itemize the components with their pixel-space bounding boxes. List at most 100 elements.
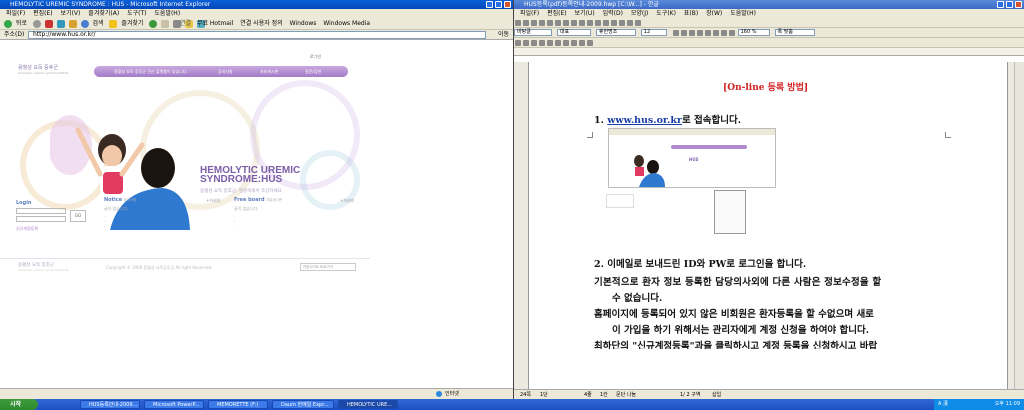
- minimize-button[interactable]: [486, 1, 493, 8]
- image-icon[interactable]: [611, 20, 617, 26]
- embedded-screenshot[interactable]: HUS: [608, 128, 776, 188]
- ie-titlebar[interactable]: HEMOLYTIC UREMIC SYNDROME : HUS - Micros…: [0, 0, 513, 9]
- hwp-menu-insert[interactable]: 입력(D): [603, 10, 623, 17]
- link-windows[interactable]: Windows: [290, 20, 317, 27]
- undo-icon[interactable]: [579, 20, 585, 26]
- back-label[interactable]: 뒤로: [16, 20, 27, 27]
- history-icon[interactable]: [149, 20, 158, 28]
- link-customize[interactable]: 연결 사용자 정의: [240, 20, 282, 27]
- save-icon[interactable]: [531, 20, 537, 26]
- justify-icon[interactable]: [728, 30, 735, 36]
- menu-help[interactable]: 도움말(H): [154, 10, 180, 17]
- ellipse-icon[interactable]: [531, 40, 537, 46]
- bold-icon[interactable]: [672, 30, 679, 36]
- refresh-icon[interactable]: [56, 20, 65, 28]
- menu-tools[interactable]: 도구(T): [127, 10, 146, 17]
- align-right-icon[interactable]: [720, 30, 727, 36]
- related-sites-select[interactable]: 관련사이트 바로가기: [300, 263, 356, 271]
- redo-icon[interactable]: [587, 20, 593, 26]
- forward-icon[interactable]: [32, 20, 41, 28]
- hwp-menu-view[interactable]: 보기(U): [575, 10, 595, 17]
- group-icon[interactable]: [587, 40, 593, 46]
- line-color-icon[interactable]: [571, 40, 577, 46]
- fill-icon[interactable]: [563, 40, 569, 46]
- login-go-button[interactable]: GO: [70, 210, 86, 222]
- shape-icon[interactable]: [627, 20, 633, 26]
- style-select[interactable]: 바탕글: [514, 29, 552, 36]
- favorites-label[interactable]: 즐겨찾기: [121, 20, 143, 27]
- maximize-button[interactable]: [1006, 1, 1013, 8]
- task-ie[interactable]: HEMOLYTIC URE...: [338, 400, 398, 409]
- open-icon[interactable]: [523, 20, 529, 26]
- underline-icon[interactable]: [688, 30, 695, 36]
- login-utility-link[interactable]: 로그인: [310, 54, 321, 60]
- textbox-icon[interactable]: [555, 40, 561, 46]
- nav-qna[interactable]: 질문/답변: [305, 66, 321, 77]
- vertical-scrollbar[interactable]: [1014, 62, 1024, 391]
- italic-icon[interactable]: [680, 30, 687, 36]
- task-powerpoint[interactable]: Microsoft PowerP...: [144, 400, 204, 409]
- hwp-menu-edit[interactable]: 편집(E): [547, 10, 567, 17]
- ime-indicator[interactable]: A 漢: [938, 399, 948, 410]
- polygon-icon[interactable]: [547, 40, 553, 46]
- paste-icon[interactable]: [571, 20, 577, 26]
- start-button[interactable]: 시작: [0, 399, 38, 410]
- go-button[interactable]: 이동: [498, 31, 509, 39]
- fit-select[interactable]: 폭 맞춤: [774, 29, 815, 36]
- menu-view[interactable]: 보기(V): [61, 10, 81, 17]
- chart-icon[interactable]: [619, 20, 625, 26]
- hwp-menu-window[interactable]: 창(W): [706, 10, 722, 17]
- hwp-menu-file[interactable]: 파일(F): [520, 10, 539, 17]
- font-size-select[interactable]: 12: [640, 29, 667, 36]
- nav-freeboard[interactable]: 자유게시판: [260, 66, 278, 77]
- cut-icon[interactable]: [555, 20, 561, 26]
- minimize-button[interactable]: [997, 1, 1004, 8]
- search-icon[interactable]: [80, 20, 89, 28]
- menu-edit[interactable]: 편집(E): [33, 10, 53, 17]
- freeboard-more-link[interactable]: +자세히: [340, 198, 354, 204]
- align-left-icon[interactable]: [704, 30, 711, 36]
- favorites-star-icon[interactable]: [109, 20, 118, 28]
- hwp-menu-tools[interactable]: 도구(K): [656, 10, 676, 17]
- close-button[interactable]: [504, 1, 511, 8]
- maximize-button[interactable]: [495, 1, 502, 8]
- arc-icon[interactable]: [539, 40, 545, 46]
- ruler[interactable]: [514, 48, 1024, 56]
- home-icon[interactable]: [68, 20, 77, 28]
- table-icon[interactable]: [603, 20, 609, 26]
- mail-icon[interactable]: [161, 20, 170, 28]
- search-label[interactable]: 검색: [93, 20, 104, 27]
- close-button[interactable]: [1015, 1, 1022, 8]
- hwp-menu-format[interactable]: 모양(J): [631, 10, 649, 17]
- back-icon[interactable]: [4, 20, 12, 28]
- stop-icon[interactable]: [44, 20, 53, 28]
- notice-more-link[interactable]: +자세히: [206, 198, 220, 204]
- spell-icon[interactable]: [635, 20, 641, 26]
- task-hwp[interactable]: HUS등록안내-2009...: [80, 400, 140, 409]
- print-icon[interactable]: [539, 20, 545, 26]
- hwp-menu-table[interactable]: 표(B): [684, 10, 698, 17]
- hwp-menu-help[interactable]: 도움말(H): [730, 10, 756, 17]
- site-link[interactable]: www.hus.or.kr: [607, 115, 682, 126]
- link-windows-media[interactable]: Windows Media: [323, 20, 370, 27]
- zoom-select[interactable]: 160 %: [737, 29, 770, 36]
- task-memorette[interactable]: MEMORETTE (F:): [208, 400, 268, 409]
- menu-file[interactable]: 파일(F): [6, 10, 25, 17]
- nav-notice[interactable]: 공지사항: [218, 66, 233, 77]
- hwp-titlebar[interactable]: HUS등록(pdf)등록안내-2009.hwp [C:\W...] - 한글: [514, 0, 1024, 9]
- link-hotmail[interactable]: 무료 Hotmail: [197, 20, 233, 27]
- font-lang-select[interactable]: 대표: [556, 29, 591, 36]
- new-icon[interactable]: [515, 20, 521, 26]
- site-logo[interactable]: 용혈성 요독 증후군 hemolytic uremic syndrome(HUS…: [18, 64, 69, 75]
- menu-favorites[interactable]: 즐겨찾기(A): [88, 10, 119, 17]
- font-color-icon[interactable]: [696, 30, 703, 36]
- rect-icon[interactable]: [523, 40, 529, 46]
- find-icon[interactable]: [595, 20, 601, 26]
- line-icon[interactable]: [515, 40, 521, 46]
- align-center-icon[interactable]: [712, 30, 719, 36]
- copy-icon[interactable]: [563, 20, 569, 26]
- task-daum-mail[interactable]: Daum 한메일 Expr...: [272, 400, 334, 409]
- preview-icon[interactable]: [547, 20, 553, 26]
- address-input[interactable]: http://www.hus.or.kr/: [28, 31, 486, 39]
- signup-link[interactable]: 신규개정등록: [16, 226, 38, 232]
